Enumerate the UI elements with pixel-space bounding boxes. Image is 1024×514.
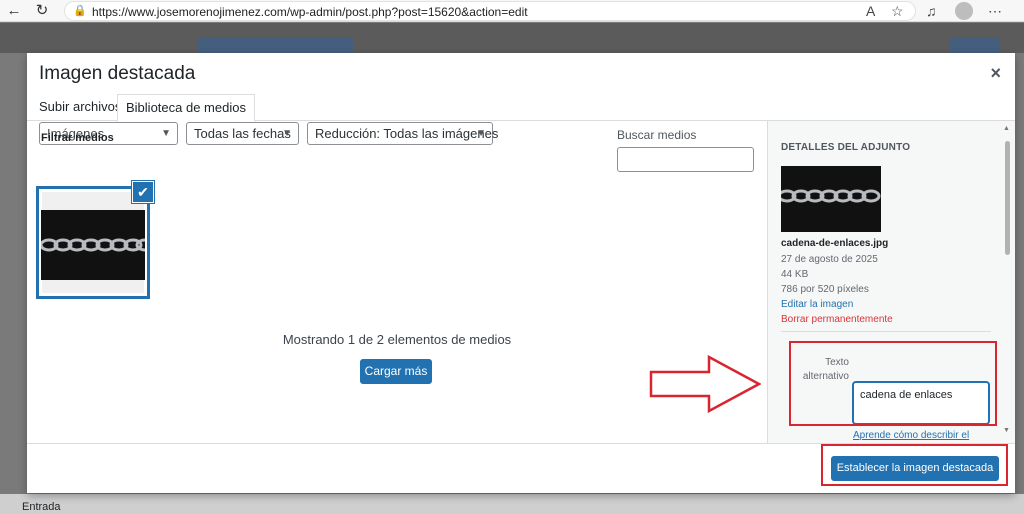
attachment-filename: cadena-de-enlaces.jpg (781, 238, 889, 249)
attachment-preview-image (781, 166, 881, 232)
button-annotation-box (821, 444, 1008, 486)
back-arrow-icon[interactable]: ← (5, 2, 23, 20)
wp-post-type-label: Entrada (22, 501, 61, 513)
attachment-file-size: 44 KB (781, 269, 809, 280)
media-tabs: Subir archivos Biblioteca de medios (27, 94, 1015, 122)
read-aloud-icon[interactable]: A (866, 3, 875, 19)
profile-avatar[interactable] (955, 2, 973, 20)
attachment-date: 27 de agosto de 2025 (781, 254, 878, 265)
edit-image-link[interactable]: Editar la imagen (781, 299, 853, 310)
date-filter-select[interactable]: Todas las fechas ▼ (186, 122, 299, 145)
scrollbar-thumb[interactable] (1005, 141, 1010, 255)
attachment-details-heading: Detalles del adjunto (781, 142, 911, 153)
annotation-arrow-icon (649, 355, 761, 413)
media-count-text: Mostrando 1 de 2 elementos de medios (282, 332, 512, 347)
date-filter-value: Todas las fechas (194, 126, 291, 141)
filter-media-label: Filtrar medios (41, 132, 114, 144)
more-menu-icon[interactable]: ⋯ (988, 3, 1002, 19)
search-media-input[interactable] (617, 147, 754, 172)
lock-icon: 🔒 (73, 5, 87, 17)
extension-icon[interactable]: ♫ (926, 3, 937, 19)
chain-image-thumbnail (41, 210, 145, 280)
tab-media-library[interactable]: Biblioteca de medios (117, 94, 255, 122)
delete-permanently-link[interactable]: Borrar permanentemente (781, 314, 893, 325)
load-more-button[interactable]: Cargar más (360, 359, 432, 384)
chevron-down-icon: ▼ (161, 128, 171, 139)
selected-check-icon[interactable]: ✔ (132, 181, 154, 203)
alt-text-annotation-box (789, 341, 997, 426)
reduction-filter-value: Reducción: Todas las imágenes (315, 126, 499, 141)
url-text: https://www.josemorenojimenez.com/wp-adm… (92, 5, 528, 19)
chevron-down-icon: ▼ (476, 128, 486, 139)
favorite-star-icon[interactable]: ☆ (891, 3, 904, 19)
sidebar-divider (781, 331, 991, 332)
reload-icon[interactable]: ↻ (33, 2, 51, 20)
learn-alt-text-link[interactable]: Aprende cómo describir el (853, 430, 969, 441)
attachment-dimensions: 786 por 520 píxeles (781, 284, 869, 295)
chevron-down-icon: ▼ (282, 128, 292, 139)
search-media-label: Buscar medios (617, 128, 697, 142)
reduction-filter-select[interactable]: Reducción: Todas las imágenes ▼ (307, 122, 498, 145)
scroll-down-icon[interactable]: ▼ (1003, 427, 1010, 434)
wp-editor-toolbar-dimmed (0, 23, 1024, 53)
wp-footer-dimmed (0, 494, 1024, 514)
scroll-up-icon[interactable]: ▲ (1003, 125, 1010, 132)
featured-image-modal: Imagen destacada × Subir archivos Biblio… (27, 53, 1015, 493)
media-type-select[interactable]: Imágenes Filtrar medios ▼ (39, 122, 178, 145)
address-bar[interactable]: 🔒 https://www.josemorenojimenez.com/wp-a… (64, 1, 916, 21)
modal-title: Imagen destacada (39, 63, 196, 84)
tab-upload-files[interactable]: Subir archivos (31, 94, 129, 121)
close-icon[interactable]: × (990, 63, 1001, 84)
